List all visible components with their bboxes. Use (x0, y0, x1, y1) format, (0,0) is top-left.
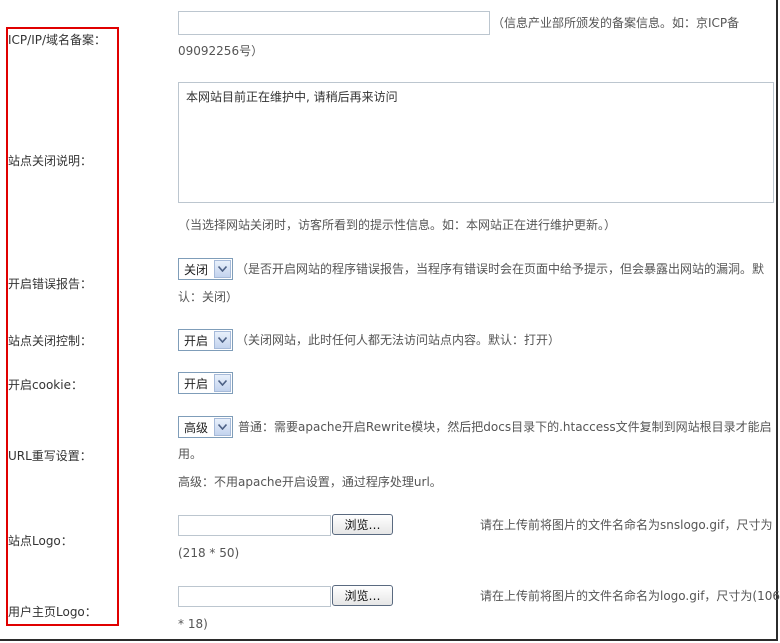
site-logo-hint-line1: 请在上传前将图片的文件名命名为snslogo.gif，尺寸为 (480, 518, 773, 532)
chevron-down-icon (214, 331, 231, 349)
icp-label: ICP/IP/域名备案： (8, 33, 107, 47)
url-rewrite-value: 高级 (184, 420, 209, 435)
url-rewrite-select[interactable]: 高级 (178, 416, 233, 438)
close-desc-textarea[interactable]: 本网站目前正在维护中, 请稍后再来访问 (178, 82, 774, 203)
chevron-down-icon (214, 260, 231, 278)
user-logo-browse-button[interactable]: 浏览… (332, 585, 393, 606)
site-logo-file-input[interactable] (178, 515, 331, 536)
user-logo-file-input[interactable] (178, 586, 331, 607)
icp-hint-line2: 09092256号） (178, 44, 264, 58)
site-close-value: 开启 (184, 333, 209, 348)
error-report-label: 开启错误报告： (8, 277, 93, 291)
icp-input[interactable] (178, 11, 490, 35)
url-rewrite-hint-line3: 高级：不用apache开启设置，通过程序处理url。 (178, 475, 442, 489)
site-close-select[interactable]: 开启 (178, 329, 233, 351)
site-logo-label: 站点Logo： (8, 534, 73, 548)
user-logo-hint-line1: 请在上传前将图片的文件名命名为logo.gif，尺寸为(106 (480, 589, 780, 603)
error-report-hint-line2: 认：关闭） (178, 290, 239, 304)
error-report-hint-line1: （是否开启网站的程序错误报告，当程序有错误时会在页面中给予提示，但会暴露出网站的… (236, 262, 765, 276)
close-desc-hint: （当选择网站关闭时，访客所看到的提示性信息。如：本网站正在进行维护更新。） (178, 218, 617, 232)
chevron-down-icon (214, 418, 231, 436)
user-logo-hint-line2: * 18) (178, 617, 208, 631)
url-rewrite-hint-line2: 用。 (178, 447, 203, 461)
site-close-hint: （关闭网站，此时任何人都无法访问站点内容。默认：打开） (236, 333, 561, 347)
site-logo-hint-line2: (218 * 50) (178, 546, 240, 560)
icp-hint-line1: （信息产业部所颁发的备案信息。如：京ICP备 (492, 16, 740, 30)
cookie-select[interactable]: 开启 (178, 372, 233, 394)
site-close-label: 站点关闭控制： (8, 334, 93, 348)
error-report-value: 关闭 (184, 262, 209, 277)
site-logo-browse-button[interactable]: 浏览… (332, 514, 393, 535)
url-rewrite-label: URL重写设置： (8, 449, 92, 463)
cookie-label: 开启cookie： (8, 378, 83, 392)
url-rewrite-hint-line1: 普通：需要apache开启Rewrite模块，然后把docs目录下的.htacc… (238, 420, 772, 434)
close-desc-label: 站点关闭说明： (8, 154, 93, 168)
cookie-value: 开启 (184, 376, 209, 391)
chevron-down-icon (214, 374, 231, 392)
user-logo-label: 用户主页Logo： (8, 605, 97, 619)
error-report-select[interactable]: 关闭 (178, 258, 233, 280)
